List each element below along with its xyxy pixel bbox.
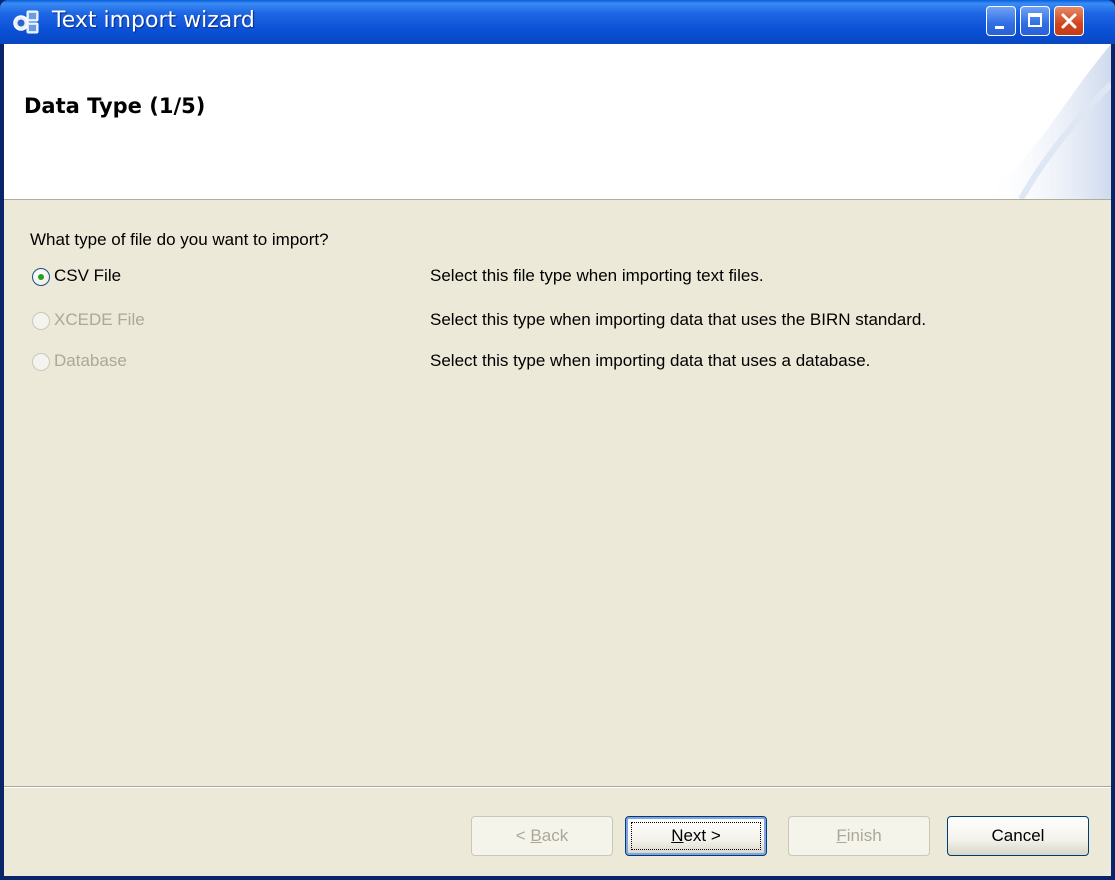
cancel-button-label: Cancel bbox=[991, 826, 1045, 845]
close-icon bbox=[1061, 13, 1077, 29]
option-csv-file[interactable]: CSV File Select this file type when impo… bbox=[30, 265, 1100, 291]
radio-csv-file[interactable] bbox=[32, 268, 50, 286]
option-description: Select this type when importing data tha… bbox=[430, 351, 871, 370]
title-bar[interactable]: Text import wizard bbox=[0, 0, 1115, 44]
question-label: What type of file do you want to import? bbox=[30, 230, 329, 249]
option-label[interactable]: CSV File bbox=[54, 266, 121, 286]
dialog-client-area: Data Type (1/5) What type of file do you… bbox=[4, 44, 1111, 876]
back-button-mnemonic: B bbox=[530, 826, 542, 845]
focus-rectangle bbox=[631, 822, 761, 850]
back-button-label: ack bbox=[541, 826, 569, 845]
wizard-window: Text import wizard Data Type (1/5) What … bbox=[0, 0, 1115, 880]
maximize-icon bbox=[1028, 13, 1042, 27]
next-button[interactable]: Next > bbox=[625, 816, 767, 856]
page-title: Data Type (1/5) bbox=[24, 94, 206, 118]
maximize-button[interactable] bbox=[1020, 6, 1050, 36]
cancel-button[interactable]: Cancel bbox=[947, 816, 1089, 856]
finish-button-mnemonic: F bbox=[836, 826, 847, 845]
wizard-header: Data Type (1/5) bbox=[4, 44, 1111, 200]
option-database: Database Select this type when importing… bbox=[30, 350, 1100, 376]
radio-database bbox=[32, 353, 50, 371]
footer-divider bbox=[4, 786, 1111, 788]
close-button[interactable] bbox=[1054, 6, 1084, 36]
option-label: Database bbox=[54, 351, 127, 370]
finish-button: Finish bbox=[788, 816, 930, 856]
back-button-prefix: < bbox=[515, 826, 531, 845]
option-description: Select this file type when importing tex… bbox=[430, 266, 764, 285]
wizard-app-icon bbox=[13, 10, 39, 34]
back-button: < Back bbox=[471, 816, 613, 856]
option-label: XCEDE File bbox=[54, 310, 145, 329]
option-xcede-file: XCEDE File Select this type when importi… bbox=[30, 309, 1100, 335]
finish-button-label: inish bbox=[846, 826, 882, 845]
radio-xcede-file bbox=[32, 312, 50, 330]
minimize-button[interactable] bbox=[986, 6, 1016, 36]
minimize-icon bbox=[995, 26, 1004, 29]
header-decoration bbox=[981, 44, 1111, 199]
option-description: Select this type when importing data tha… bbox=[430, 310, 927, 329]
window-title: Text import wizard bbox=[52, 8, 255, 33]
